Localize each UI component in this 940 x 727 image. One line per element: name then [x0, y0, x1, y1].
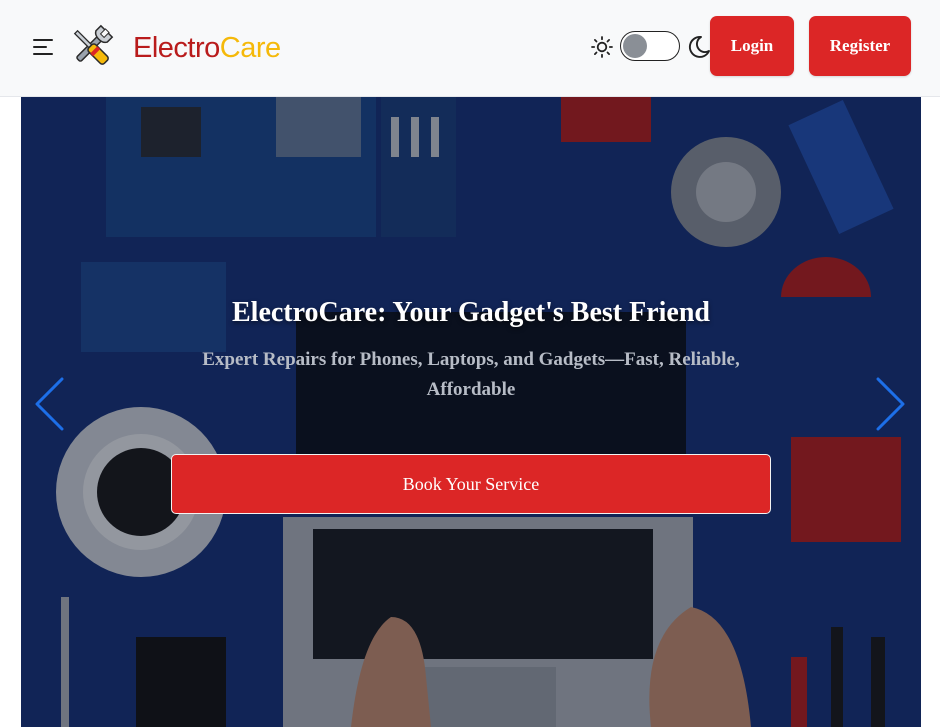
- moon-icon: [688, 36, 710, 58]
- chevron-right-icon[interactable]: [873, 376, 907, 432]
- brand-part-electro: Electro: [133, 32, 220, 64]
- theme-toggle[interactable]: [620, 31, 680, 61]
- hero-dark-overlay: [21, 97, 921, 727]
- chevron-left-icon[interactable]: [33, 376, 67, 432]
- register-button[interactable]: Register: [809, 16, 911, 76]
- hero-carousel: ElectroCare: Your Gadget's Best Friend E…: [21, 97, 921, 727]
- brand-part-care: Care: [219, 32, 281, 64]
- login-button[interactable]: Login: [710, 16, 794, 76]
- navbar: ElectroCare Login Register: [0, 0, 940, 97]
- hero-title: ElectroCare: Your Gadget's Best Friend: [231, 297, 710, 328]
- brand-logo-text[interactable]: ElectroCare: [133, 30, 281, 66]
- hero-subtitle: Expert Repairs for Phones, Laptops, and …: [202, 349, 740, 400]
- wrench-screwdriver-icon[interactable]: [66, 22, 116, 72]
- theme-toggle-knob: [623, 34, 647, 58]
- book-service-button[interactable]: Book Your Service: [171, 454, 771, 514]
- hamburger-menu-icon[interactable]: [33, 37, 55, 57]
- sun-icon: [591, 36, 613, 58]
